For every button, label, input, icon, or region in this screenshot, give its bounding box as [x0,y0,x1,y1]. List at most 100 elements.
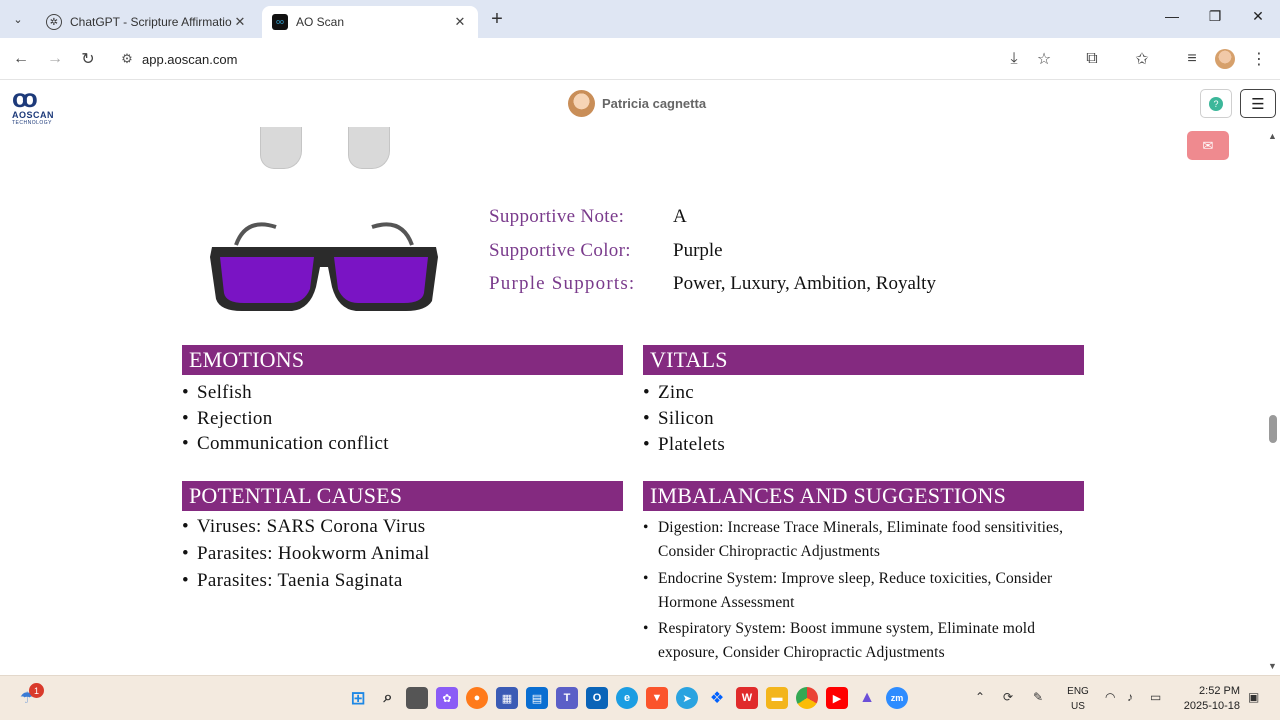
browser-menu-icon[interactable]: ⋮ [1247,47,1271,71]
app-red-icon[interactable]: W [736,687,758,709]
aoscan-logo[interactable]: oo AOSCAN TECHNOLOGY [12,83,68,126]
outlook-icon[interactable]: O [586,687,608,709]
tab-ao-scan[interactable]: oo AO Scan ✕ [262,6,478,38]
telegram-icon[interactable]: ➤ [676,687,698,709]
teams-icon[interactable]: T [556,687,578,709]
address-bar[interactable]: ⚙ app.aoscan.com [112,44,1072,74]
logo-subtext: TECHNOLOGY [12,120,53,126]
vitals-header: VITALS [643,345,1084,375]
tab-title: AO Scan [296,15,345,29]
firefox-icon[interactable]: ● [466,687,488,709]
lang-code: ENG [1067,686,1089,697]
purple-supports-row: Purple Supports: Power, Luxury, Ambition… [489,273,936,295]
list-item: Zinc [643,380,1084,406]
supportive-note-row: Supportive Note: A [489,206,687,228]
battery-icon[interactable]: ▭ [1150,690,1161,704]
supportive-color-value: Purple [673,240,723,261]
youtube-icon[interactable]: ▶ [826,687,848,709]
back-arrow-icon[interactable]: ← [9,47,33,71]
bookmark-star-icon[interactable]: ☆ [1032,47,1056,71]
dropbox-icon[interactable]: ❖ [706,687,728,709]
search-icon[interactable]: ⌕ [377,687,399,709]
avatar [568,90,595,117]
new-tab-plus-icon[interactable]: + [486,8,508,31]
start-windows-icon[interactable]: ⊞ [347,687,369,709]
emotions-header: EMOTIONS [182,345,623,375]
scroll-down-arrow-icon[interactable]: ▼ [1268,661,1277,671]
bookmarks-icon[interactable]: ✩ [1130,47,1154,71]
supportive-color-label: Supportive Color: [489,240,631,261]
sync-icon[interactable]: ⟳ [1003,690,1013,704]
site-settings-icon[interactable]: ⚙ [112,51,142,67]
volume-icon[interactable]: ♪ [1127,690,1133,704]
user-profile[interactable]: Patricia cagnetta [568,90,706,117]
app-icon[interactable]: ▦ [496,687,518,709]
windows-taskbar: ☂ 1 ⊞ ⌕ ✿ ● ▦ ▤ T O e ▼ ➤ ❖ W ▬ ▶ ▲ zm ⌃… [0,675,1280,720]
imbalances-list: Digestion: Increase Trace Minerals, Elim… [643,516,1093,668]
wifi-icon[interactable]: ◠ [1105,690,1115,704]
scroll-up-arrow-icon[interactable]: ▲ [1268,131,1277,141]
list-item: Respiratory System: Boost immune system,… [643,617,1093,665]
chrome-icon[interactable] [796,687,818,709]
calendar-icon[interactable]: ▤ [526,687,548,709]
list-item: Digestion: Increase Trace Minerals, Elim… [643,516,1093,564]
list-item: Parasites: Taenia Saginata [182,568,623,594]
supportive-note-value: A [673,206,687,227]
clock-time: 2:52 PM [1199,685,1240,697]
feet-illustration [258,127,398,171]
close-window-icon[interactable]: ✕ [1248,8,1268,25]
purple-supports-value: Power, Luxury, Ambition, Royalty [673,273,936,294]
vitals-list: Zinc Silicon Platelets [643,380,1084,458]
url-text: app.aoscan.com [142,51,238,67]
file-explorer-icon[interactable]: ▬ [766,687,788,709]
purple-glasses-image [210,222,438,311]
edge-icon[interactable]: e [616,687,638,709]
hamburger-menu-button[interactable]: ☰ [1240,89,1276,118]
brave-icon[interactable]: ▼ [646,687,668,709]
copilot-icon[interactable]: ✿ [436,687,458,709]
media-control-icon[interactable]: ≡ [1180,47,1204,71]
list-item: Endocrine System: Improve sleep, Reduce … [643,567,1093,615]
site-header: oo AOSCAN TECHNOLOGY Patricia cagnetta ?… [0,81,1280,127]
supportive-note-label: Supportive Note: [489,206,625,227]
browser-toolbar: ← → ↻ ⚙ app.aoscan.com ⤓ ☆ ⧉ ✩ ≡ ⋮ [0,38,1280,80]
reload-icon[interactable]: ↻ [76,47,100,71]
aoscan-favicon-icon: oo [272,14,288,30]
restore-icon[interactable]: ❐ [1205,8,1225,25]
scrollbar-thumb[interactable] [1269,415,1277,443]
forward-arrow-icon[interactable]: → [43,47,67,71]
minimize-icon[interactable]: — [1162,8,1182,24]
extensions-puzzle-icon[interactable]: ⧉ [1080,47,1104,71]
list-item: Rejection [182,406,623,432]
tray-chevron-icon[interactable]: ⌃ [975,690,985,704]
supportive-color-row: Supportive Color: Purple [489,240,723,262]
zoom-icon[interactable]: zm [886,687,908,709]
install-app-icon[interactable]: ⤓ [1002,47,1026,71]
tab-chatgpt[interactable]: ✲ ChatGPT - Scripture Affirmatio ✕ [36,6,258,38]
clock-date: 2025-10-18 [1183,700,1240,712]
chatgpt-favicon-icon: ✲ [46,14,62,30]
help-icon: ? [1209,96,1223,111]
tab-search-chevron-icon[interactable]: ⌄ [6,7,30,31]
tab-close-icon[interactable]: ✕ [452,14,468,30]
page-scrollbar[interactable]: ▲ ▼ [1266,129,1280,675]
app-mountain-icon[interactable]: ▲ [856,687,878,709]
user-name: Patricia cagnetta [602,96,707,111]
notifications-icon[interactable]: ▣ [1248,690,1259,704]
task-view-icon[interactable] [406,687,428,709]
lang-region: US [1071,701,1085,712]
purple-supports-label: Purple Supports: [489,273,636,294]
tab-close-icon[interactable]: ✕ [232,14,248,30]
list-item: Communication conflict [182,431,623,457]
help-button[interactable]: ? [1200,89,1232,118]
imbalances-header: IMBALANCES AND SUGGESTIONS [643,481,1084,511]
logo-rings-icon: oo [12,83,38,113]
profile-avatar[interactable] [1213,47,1237,71]
list-item: Selfish [182,380,623,406]
page-content: oo AOSCAN TECHNOLOGY Patricia cagnetta ?… [0,81,1280,675]
language-indicator[interactable]: ENG US [1064,684,1092,714]
mail-button[interactable]: ✉ [1187,131,1229,160]
pen-icon[interactable]: ✎ [1033,690,1043,704]
list-item: Silicon [643,406,1084,432]
clock[interactable]: 2:52 PM 2025-10-18 [1180,684,1240,714]
